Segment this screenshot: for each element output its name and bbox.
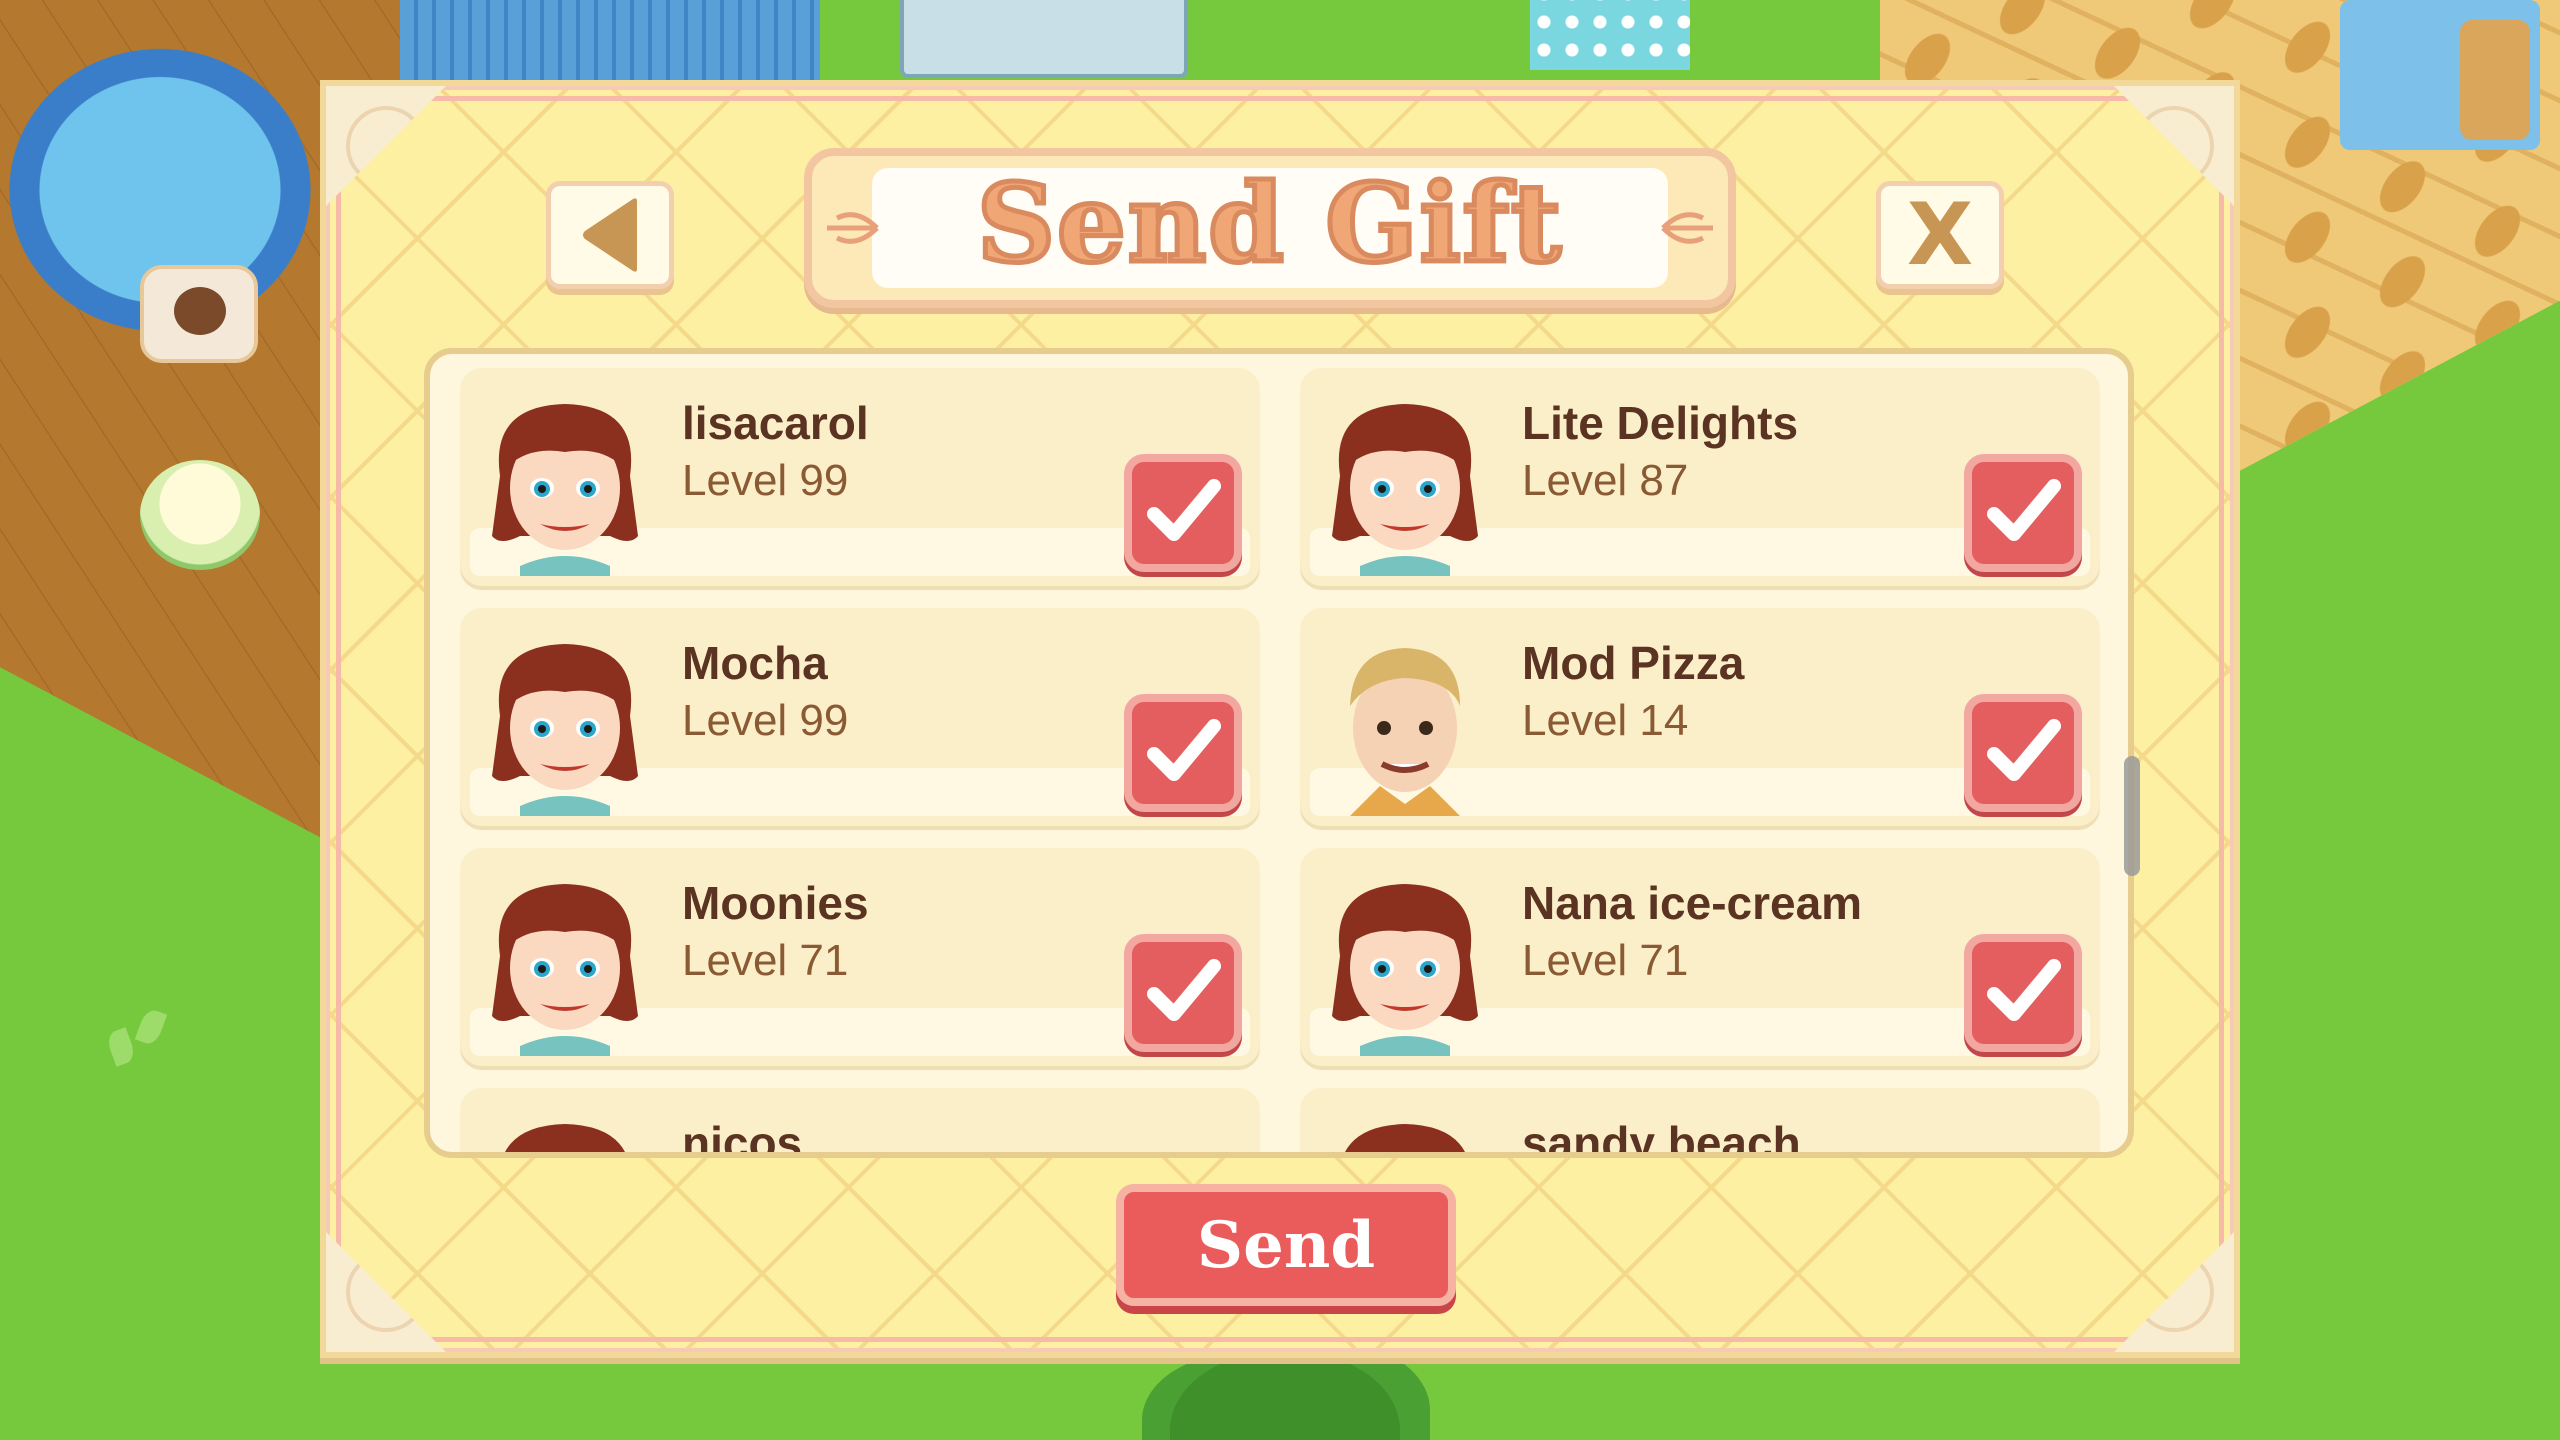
flower-plant xyxy=(140,460,260,570)
back-button[interactable] xyxy=(546,181,674,289)
checkmark-icon xyxy=(1987,479,2061,541)
female-chef-avatar xyxy=(480,1116,650,1152)
female-chef-avatar xyxy=(480,396,650,576)
corner-ornament xyxy=(2114,86,2234,206)
x-icon: X xyxy=(1906,185,1974,285)
send-label: Send xyxy=(1196,1207,1376,1283)
friend-card-5[interactable]: Nana ice-cream Level 71 xyxy=(1300,848,2100,1066)
friend-level: Level 71 xyxy=(1522,936,1689,985)
friend-name: Moonies xyxy=(682,877,869,929)
friends-grid: lisacarol Level 99 Lite Delights Level 8… xyxy=(460,368,2110,1158)
friend-level: Level 87 xyxy=(1522,456,1689,505)
select-checkbox[interactable] xyxy=(1124,934,1242,1052)
friends-list[interactable]: lisacarol Level 99 Lite Delights Level 8… xyxy=(424,348,2134,1158)
female-chef-avatar xyxy=(480,636,650,816)
select-checkbox[interactable] xyxy=(1964,694,2082,812)
select-checkbox[interactable] xyxy=(1964,454,2082,572)
checkmark-icon xyxy=(1987,959,2061,1021)
friend-name: Mocha xyxy=(682,637,828,689)
friend-level: Level 71 xyxy=(682,936,849,985)
corner-ornament xyxy=(2114,1232,2234,1352)
close-button[interactable]: X xyxy=(1876,181,2004,289)
friend-level: Level 14 xyxy=(1522,696,1689,745)
checkmark-icon xyxy=(1147,719,1221,781)
send-button[interactable]: Send xyxy=(1116,1184,1456,1306)
triangle-left-icon xyxy=(583,198,637,272)
corner-ornament xyxy=(326,86,446,206)
friend-name: Mod Pizza xyxy=(1522,637,1745,689)
dialog-title: Send Gift xyxy=(975,161,1564,287)
female-chef-avatar xyxy=(480,876,650,1056)
friend-name: Lite Delights xyxy=(1522,397,1799,449)
bear-pillow xyxy=(140,265,258,363)
male-chef-avatar xyxy=(1320,636,1490,816)
blue-rug xyxy=(400,0,820,80)
select-checkbox[interactable] xyxy=(1964,934,2082,1052)
friend-card-2[interactable]: Mocha Level 99 xyxy=(460,608,1260,826)
female-chef-avatar xyxy=(1320,876,1490,1056)
friend-name: lisacarol xyxy=(682,397,869,449)
female-chef-avatar xyxy=(1320,396,1490,576)
leaf-decor xyxy=(104,1007,180,1070)
checkmark-icon xyxy=(1147,959,1221,1021)
friend-card-3[interactable]: Mod Pizza Level 14 xyxy=(1300,608,2100,826)
gift-box-decor xyxy=(1530,0,1690,70)
friend-name: Nana ice-cream xyxy=(1522,877,1863,929)
checkmark-icon xyxy=(1147,479,1221,541)
kitchen-counter xyxy=(900,0,1188,78)
friend-card-7[interactable]: sandy beach xyxy=(1300,1088,2100,1158)
select-checkbox[interactable] xyxy=(1124,454,1242,572)
corner-ornament xyxy=(326,1232,446,1352)
title-banner: Send Gift xyxy=(804,148,1736,308)
friend-card-0[interactable]: lisacarol Level 99 xyxy=(460,368,1260,586)
friend-card-6[interactable]: nicos xyxy=(460,1088,1260,1158)
female-chef-avatar xyxy=(1320,1116,1490,1152)
scrollbar[interactable] xyxy=(2124,756,2140,876)
bread-shelf xyxy=(2340,0,2540,150)
select-checkbox[interactable] xyxy=(1124,694,1242,812)
send-gift-dialog: Send Gift X lisacarol Level 99 Lite Deli… xyxy=(320,80,2240,1358)
friend-name: sandy beach xyxy=(1522,1117,1801,1158)
friend-level: Level 99 xyxy=(682,696,849,745)
friend-card-4[interactable]: Moonies Level 71 xyxy=(460,848,1260,1066)
friend-level: Level 99 xyxy=(682,456,849,505)
friend-name: nicos xyxy=(682,1117,803,1158)
friend-card-1[interactable]: Lite Delights Level 87 xyxy=(1300,368,2100,586)
checkmark-icon xyxy=(1987,719,2061,781)
